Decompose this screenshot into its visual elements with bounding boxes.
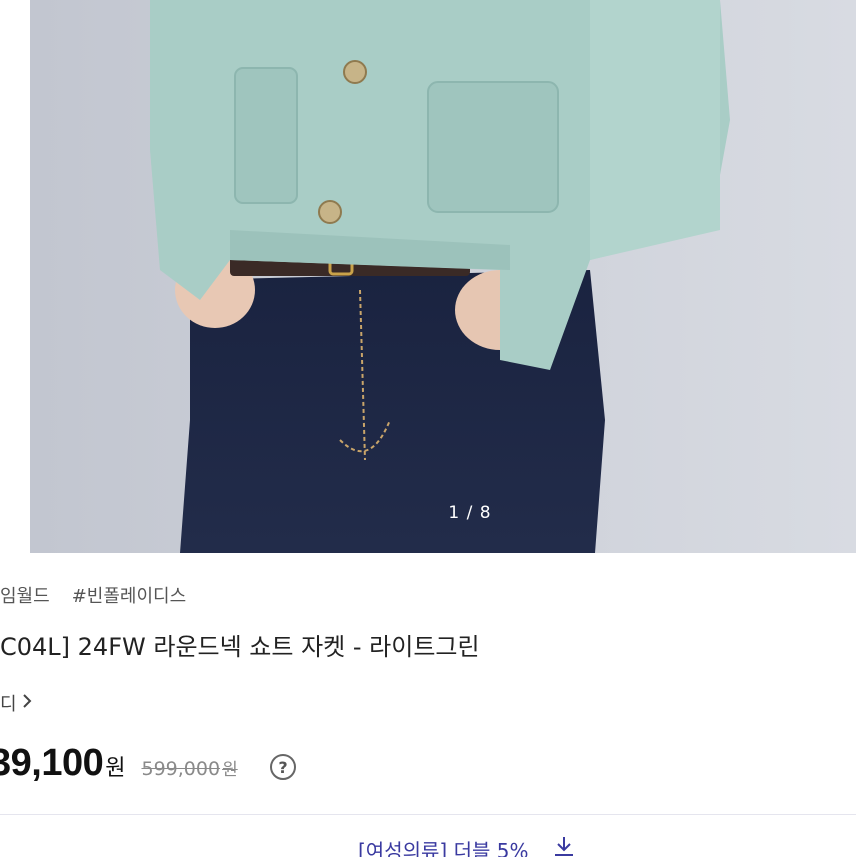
download-icon[interactable] <box>553 835 575 857</box>
chevron-right-icon <box>21 693 33 714</box>
product-image-gallery[interactable]: 1 / 8 <box>0 0 856 553</box>
original-price-unit: 원 <box>222 760 238 780</box>
image-counter: 1 / 8 <box>448 503 492 523</box>
sale-price: 39,100 <box>0 742 104 784</box>
price-unit: 원 <box>105 756 126 781</box>
tag-item[interactable]: 임월드 <box>0 582 50 610</box>
tag-item[interactable]: #빈폴레이디스 <box>72 582 186 610</box>
original-price: 599,000 <box>141 758 221 780</box>
tag-list: 임월드 #빈폴레이디스 <box>0 582 186 610</box>
product-title: C04L] 24FW 라운드넥 쇼트 자켓 - 라이트그린 <box>0 633 480 661</box>
coupon-text: [여성의류] 더블 5% <box>358 839 529 857</box>
coupon-banner[interactable]: [여성의류] 더블 5% <box>0 814 856 857</box>
question-mark-icon[interactable]: ? <box>270 754 296 780</box>
product-photo[interactable] <box>30 0 856 553</box>
price-row: 39,100 원 599,000 원 <box>0 742 238 792</box>
seller-link[interactable]: 디 <box>0 690 33 716</box>
product-photo-illustration <box>30 0 856 553</box>
seller-link-label: 디 <box>0 694 17 715</box>
